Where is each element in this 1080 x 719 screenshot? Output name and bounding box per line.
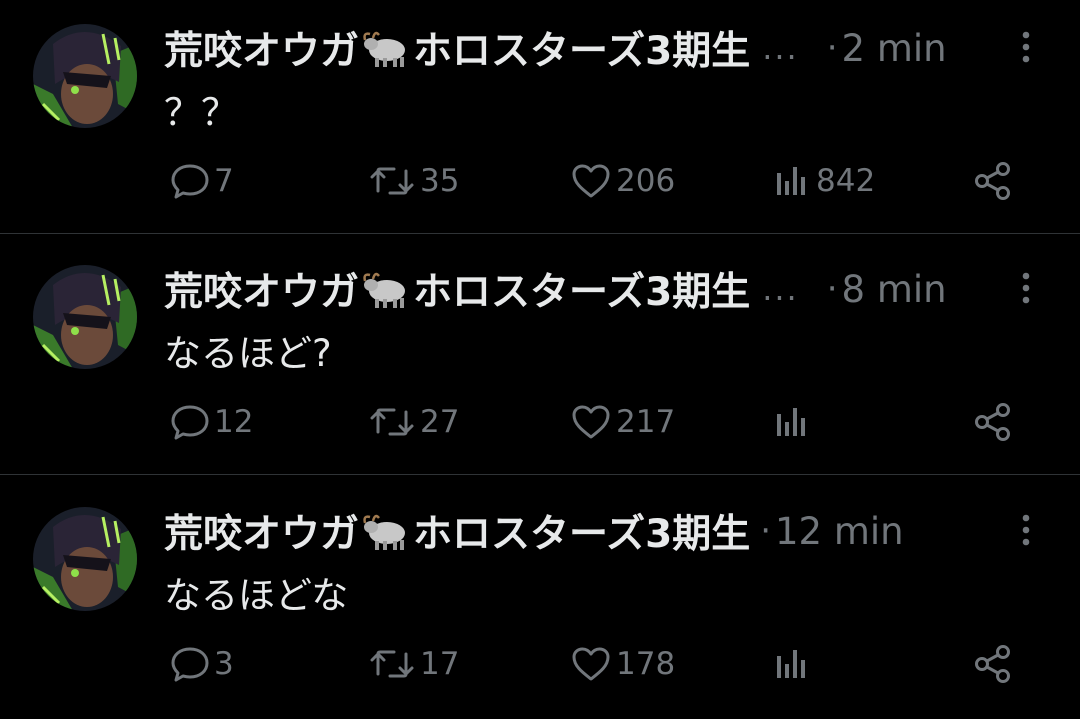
post-divider xyxy=(0,233,1080,234)
separator-dot: · xyxy=(826,269,838,309)
reply-count: 7 xyxy=(214,163,234,199)
post-text: なるほど? xyxy=(164,332,332,375)
share-button[interactable] xyxy=(972,640,1014,688)
reply-count: 12 xyxy=(214,404,254,440)
repost-count: 27 xyxy=(420,404,460,440)
avatar[interactable] xyxy=(33,507,137,611)
action-bar: 7 35 206 842 xyxy=(164,157,1024,205)
avatar[interactable] xyxy=(33,265,137,369)
author-name-suffix[interactable]: ホロスターズ3期生 xyxy=(413,261,750,317)
name-truncation: ... xyxy=(762,29,799,67)
timestamp[interactable]: 8 min xyxy=(842,268,947,311)
post-text: ？？ xyxy=(164,91,238,134)
post-header: 荒咬オウガ ホロスターズ3期生 ... · 2 min xyxy=(164,20,947,76)
repost-arrows-icon xyxy=(370,408,414,436)
reply-button[interactable]: 7 xyxy=(170,157,234,205)
share-nodes-icon xyxy=(975,403,1010,441)
yak-emoji-icon xyxy=(361,511,411,551)
share-button[interactable] xyxy=(972,398,1014,446)
vertical-dots-icon[interactable] xyxy=(1016,513,1036,547)
speech-bubble-icon xyxy=(171,405,209,440)
author-name[interactable]: 荒咬オウガ xyxy=(164,503,359,559)
like-button[interactable]: 217 xyxy=(570,398,675,446)
post-header: 荒咬オウガ ホロスターズ3期生 · 12 min xyxy=(164,503,904,559)
name-truncation: ... xyxy=(762,270,799,308)
repost-arrows-icon xyxy=(370,167,414,195)
author-name[interactable]: 荒咬オウガ xyxy=(164,20,359,76)
reply-button[interactable]: 3 xyxy=(170,640,234,688)
post-header: 荒咬オウガ ホロスターズ3期生 ... · 8 min xyxy=(164,261,947,317)
vertical-dots-icon[interactable] xyxy=(1016,271,1036,305)
reply-button[interactable]: 12 xyxy=(170,398,253,446)
heart-icon xyxy=(572,405,610,439)
action-bar: 3 17 178 xyxy=(164,640,1024,688)
avatar[interactable] xyxy=(33,24,137,128)
author-name[interactable]: 荒咬オウガ xyxy=(164,261,359,317)
bar-chart-icon xyxy=(777,167,805,195)
post-divider xyxy=(0,474,1080,475)
like-button[interactable]: 206 xyxy=(570,157,675,205)
repost-button[interactable]: 17 xyxy=(368,640,459,688)
post-1[interactable]: 荒咬オウガ ホロスターズ3期生 ... · 2 min ？？ 7 35 206 … xyxy=(0,0,1080,236)
views-button[interactable] xyxy=(772,398,816,446)
views-button[interactable]: 842 xyxy=(772,157,875,205)
like-count: 217 xyxy=(616,404,676,440)
separator-dot: · xyxy=(760,511,772,551)
speech-bubble-icon xyxy=(171,647,209,682)
share-nodes-icon xyxy=(975,645,1010,683)
like-count: 206 xyxy=(616,163,676,199)
heart-icon xyxy=(572,647,610,681)
repost-count: 17 xyxy=(420,646,460,682)
timestamp[interactable]: 12 min xyxy=(775,510,904,553)
like-button[interactable]: 178 xyxy=(570,640,675,688)
repost-button[interactable]: 35 xyxy=(368,157,459,205)
bar-chart-icon xyxy=(777,650,805,678)
repost-button[interactable]: 27 xyxy=(368,398,459,446)
repost-count: 35 xyxy=(420,163,460,199)
bar-chart-icon xyxy=(777,408,805,436)
views-button[interactable] xyxy=(772,640,816,688)
post-text: なるほどな xyxy=(164,574,349,617)
timestamp[interactable]: 2 min xyxy=(842,27,947,70)
repost-arrows-icon xyxy=(370,650,414,678)
yak-emoji-icon xyxy=(361,28,411,68)
share-button[interactable] xyxy=(972,157,1014,205)
author-name-suffix[interactable]: ホロスターズ3期生 xyxy=(413,503,750,559)
post-2[interactable]: 荒咬オウガ ホロスターズ3期生 ... · 8 min なるほど? 12 27 … xyxy=(0,241,1080,477)
action-bar: 12 27 217 xyxy=(164,398,1024,446)
share-nodes-icon xyxy=(975,162,1010,200)
separator-dot: · xyxy=(826,28,838,68)
author-name-suffix[interactable]: ホロスターズ3期生 xyxy=(413,20,750,76)
like-count: 178 xyxy=(616,646,676,682)
vertical-dots-icon[interactable] xyxy=(1016,30,1036,64)
heart-icon xyxy=(572,164,610,198)
reply-count: 3 xyxy=(214,646,234,682)
post-3[interactable]: 荒咬オウガ ホロスターズ3期生 · 12 min なるほどな 3 17 178 xyxy=(0,483,1080,719)
yak-emoji-icon xyxy=(361,269,411,309)
speech-bubble-icon xyxy=(171,164,209,199)
view-count: 842 xyxy=(816,163,876,199)
